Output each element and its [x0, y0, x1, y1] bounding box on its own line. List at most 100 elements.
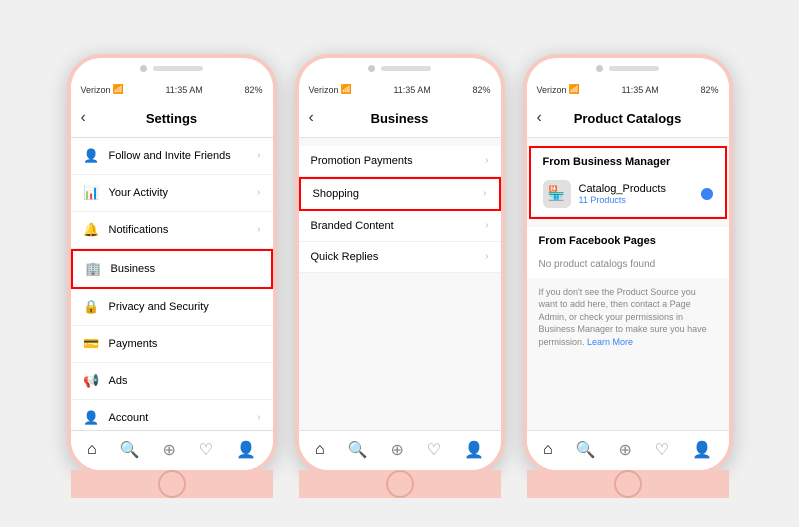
account-label: Account: [109, 412, 149, 424]
business-list: Promotion Payments › Shopping › Branded …: [299, 146, 501, 273]
status-bar-1: Verizon 📶 11:35 AM 82%: [71, 80, 273, 100]
phone-1: Verizon 📶 11:35 AM 82% ‹ Settings: [67, 54, 277, 474]
branded-chevron: ›: [485, 220, 488, 231]
carrier-2: Verizon: [309, 85, 339, 95]
learn-more-link[interactable]: Learn More: [587, 337, 633, 347]
speaker-2: [381, 66, 431, 71]
from-business-manager-header: From Business Manager: [531, 148, 725, 172]
catalog-text: Catalog_Products 11 Products: [579, 183, 666, 205]
add-nav-icon-1[interactable]: ⊕: [162, 440, 175, 460]
speaker-3: [609, 66, 659, 71]
list-item-follow[interactable]: 👤 Follow and Invite Friends ›: [71, 138, 273, 175]
heart-nav-icon-3[interactable]: ♡: [655, 440, 669, 460]
list-item-branded[interactable]: Branded Content ›: [299, 211, 501, 242]
heart-nav-icon-2[interactable]: ♡: [427, 440, 441, 460]
phone-top-bar-3: [527, 58, 729, 80]
catalog-item-products[interactable]: 🏪 Catalog_Products 11 Products: [531, 172, 725, 217]
battery-2: 82%: [472, 85, 490, 95]
phone-3: Verizon 📶 11:35 AM 82% ‹ Product Catalog…: [523, 54, 733, 474]
list-item-account[interactable]: 👤 Account ›: [71, 400, 273, 430]
home-button-area-1: [71, 470, 273, 498]
payments-icon: 💳: [83, 335, 101, 353]
content-1: 👤 Follow and Invite Friends › 📊 Your Act…: [71, 138, 273, 430]
home-nav-icon-2[interactable]: ⌂: [315, 441, 325, 459]
activity-icon: 📊: [83, 184, 101, 202]
nav-bar-2: ‹ Business: [299, 100, 501, 138]
list-item-ads[interactable]: 📢 Ads: [71, 363, 273, 400]
screen-2: ‹ Business Promotion Payments › Shopping…: [299, 100, 501, 470]
list-item-quick-replies[interactable]: Quick Replies ›: [299, 242, 501, 273]
add-nav-icon-3[interactable]: ⊕: [618, 440, 631, 460]
home-nav-icon-3[interactable]: ⌂: [543, 441, 553, 459]
home-button-area-3: [527, 470, 729, 498]
profile-nav-icon-3[interactable]: 👤: [692, 440, 712, 460]
time-3: 11:35 AM: [621, 85, 658, 95]
phone-top-bar-1: [71, 58, 273, 80]
camera-dot-1: [140, 65, 147, 72]
follow-chevron: ›: [257, 150, 260, 161]
notifications-chevron: ›: [257, 224, 260, 235]
status-bar-3: Verizon 📶 11:35 AM 82%: [527, 80, 729, 100]
profile-nav-icon-2[interactable]: 👤: [464, 440, 484, 460]
home-nav-icon-1[interactable]: ⌂: [87, 441, 97, 459]
selected-indicator: [701, 188, 713, 200]
promotion-chevron: ›: [485, 155, 488, 166]
activity-chevron: ›: [257, 187, 260, 198]
search-nav-icon-1[interactable]: 🔍: [120, 440, 140, 460]
back-button-2[interactable]: ‹: [309, 109, 314, 127]
ads-icon: 📢: [83, 372, 101, 390]
divider-3a: [527, 138, 729, 146]
status-bar-2: Verizon 📶 11:35 AM 82%: [299, 80, 501, 100]
back-button-3[interactable]: ‹: [537, 109, 542, 127]
carrier-3: Verizon: [537, 85, 567, 95]
time-1: 11:35 AM: [165, 85, 202, 95]
add-nav-icon-2[interactable]: ⊕: [390, 440, 403, 460]
wifi-icon-1: 📶: [113, 84, 124, 95]
activity-label: Your Activity: [109, 187, 169, 199]
catalog-icon: 🏪: [543, 180, 571, 208]
status-right-3: 82%: [700, 85, 718, 95]
ads-label: Ads: [109, 375, 128, 387]
account-chevron: ›: [257, 412, 260, 423]
content-2: Promotion Payments › Shopping › Branded …: [299, 138, 501, 430]
bottom-nav-3: ⌂ 🔍 ⊕ ♡ 👤: [527, 430, 729, 470]
list-item-notifications[interactable]: 🔔 Notifications ›: [71, 212, 273, 249]
back-button-1[interactable]: ‹: [81, 109, 86, 127]
carrier-1: Verizon: [81, 85, 111, 95]
from-fb-pages-header: From Facebook Pages: [527, 227, 729, 251]
search-nav-icon-3[interactable]: 🔍: [576, 440, 596, 460]
home-button-3[interactable]: [614, 470, 642, 498]
payments-label: Payments: [109, 338, 158, 350]
nav-title-3: Product Catalogs: [574, 111, 682, 126]
list-item-activity[interactable]: 📊 Your Activity ›: [71, 175, 273, 212]
catalog-name: Catalog_Products: [579, 183, 666, 195]
list-item-business[interactable]: 🏢 Business: [71, 249, 273, 289]
shopping-label: Shopping: [313, 188, 360, 200]
home-button-2[interactable]: [386, 470, 414, 498]
status-left-1: Verizon 📶: [81, 84, 124, 95]
notifications-label: Notifications: [109, 224, 169, 236]
bottom-nav-1: ⌂ 🔍 ⊕ ♡ 👤: [71, 430, 273, 470]
search-nav-icon-2[interactable]: 🔍: [348, 440, 368, 460]
business-label: Business: [111, 263, 156, 275]
status-right-1: 82%: [244, 85, 262, 95]
notifications-icon: 🔔: [83, 221, 101, 239]
quick-replies-label: Quick Replies: [311, 251, 379, 263]
list-item-promotion[interactable]: Promotion Payments ›: [299, 146, 501, 177]
list-item-shopping[interactable]: Shopping ›: [299, 177, 501, 211]
account-icon: 👤: [83, 409, 101, 427]
battery-1: 82%: [244, 85, 262, 95]
quick-replies-chevron: ›: [485, 251, 488, 262]
divider-2: [299, 138, 501, 146]
camera-dot-3: [596, 65, 603, 72]
home-button-1[interactable]: [158, 470, 186, 498]
phone-top-bar-2: [299, 58, 501, 80]
profile-nav-icon-1[interactable]: 👤: [236, 440, 256, 460]
list-item-privacy[interactable]: 🔒 Privacy and Security: [71, 289, 273, 326]
screen-1: ‹ Settings 👤 Follow and Invite Friends ›: [71, 100, 273, 470]
settings-list: 👤 Follow and Invite Friends › 📊 Your Act…: [71, 138, 273, 430]
heart-nav-icon-1[interactable]: ♡: [199, 440, 213, 460]
list-item-payments[interactable]: 💳 Payments: [71, 326, 273, 363]
phones-container: Verizon 📶 11:35 AM 82% ‹ Settings: [47, 34, 753, 494]
status-left-3: Verizon 📶: [537, 84, 580, 95]
